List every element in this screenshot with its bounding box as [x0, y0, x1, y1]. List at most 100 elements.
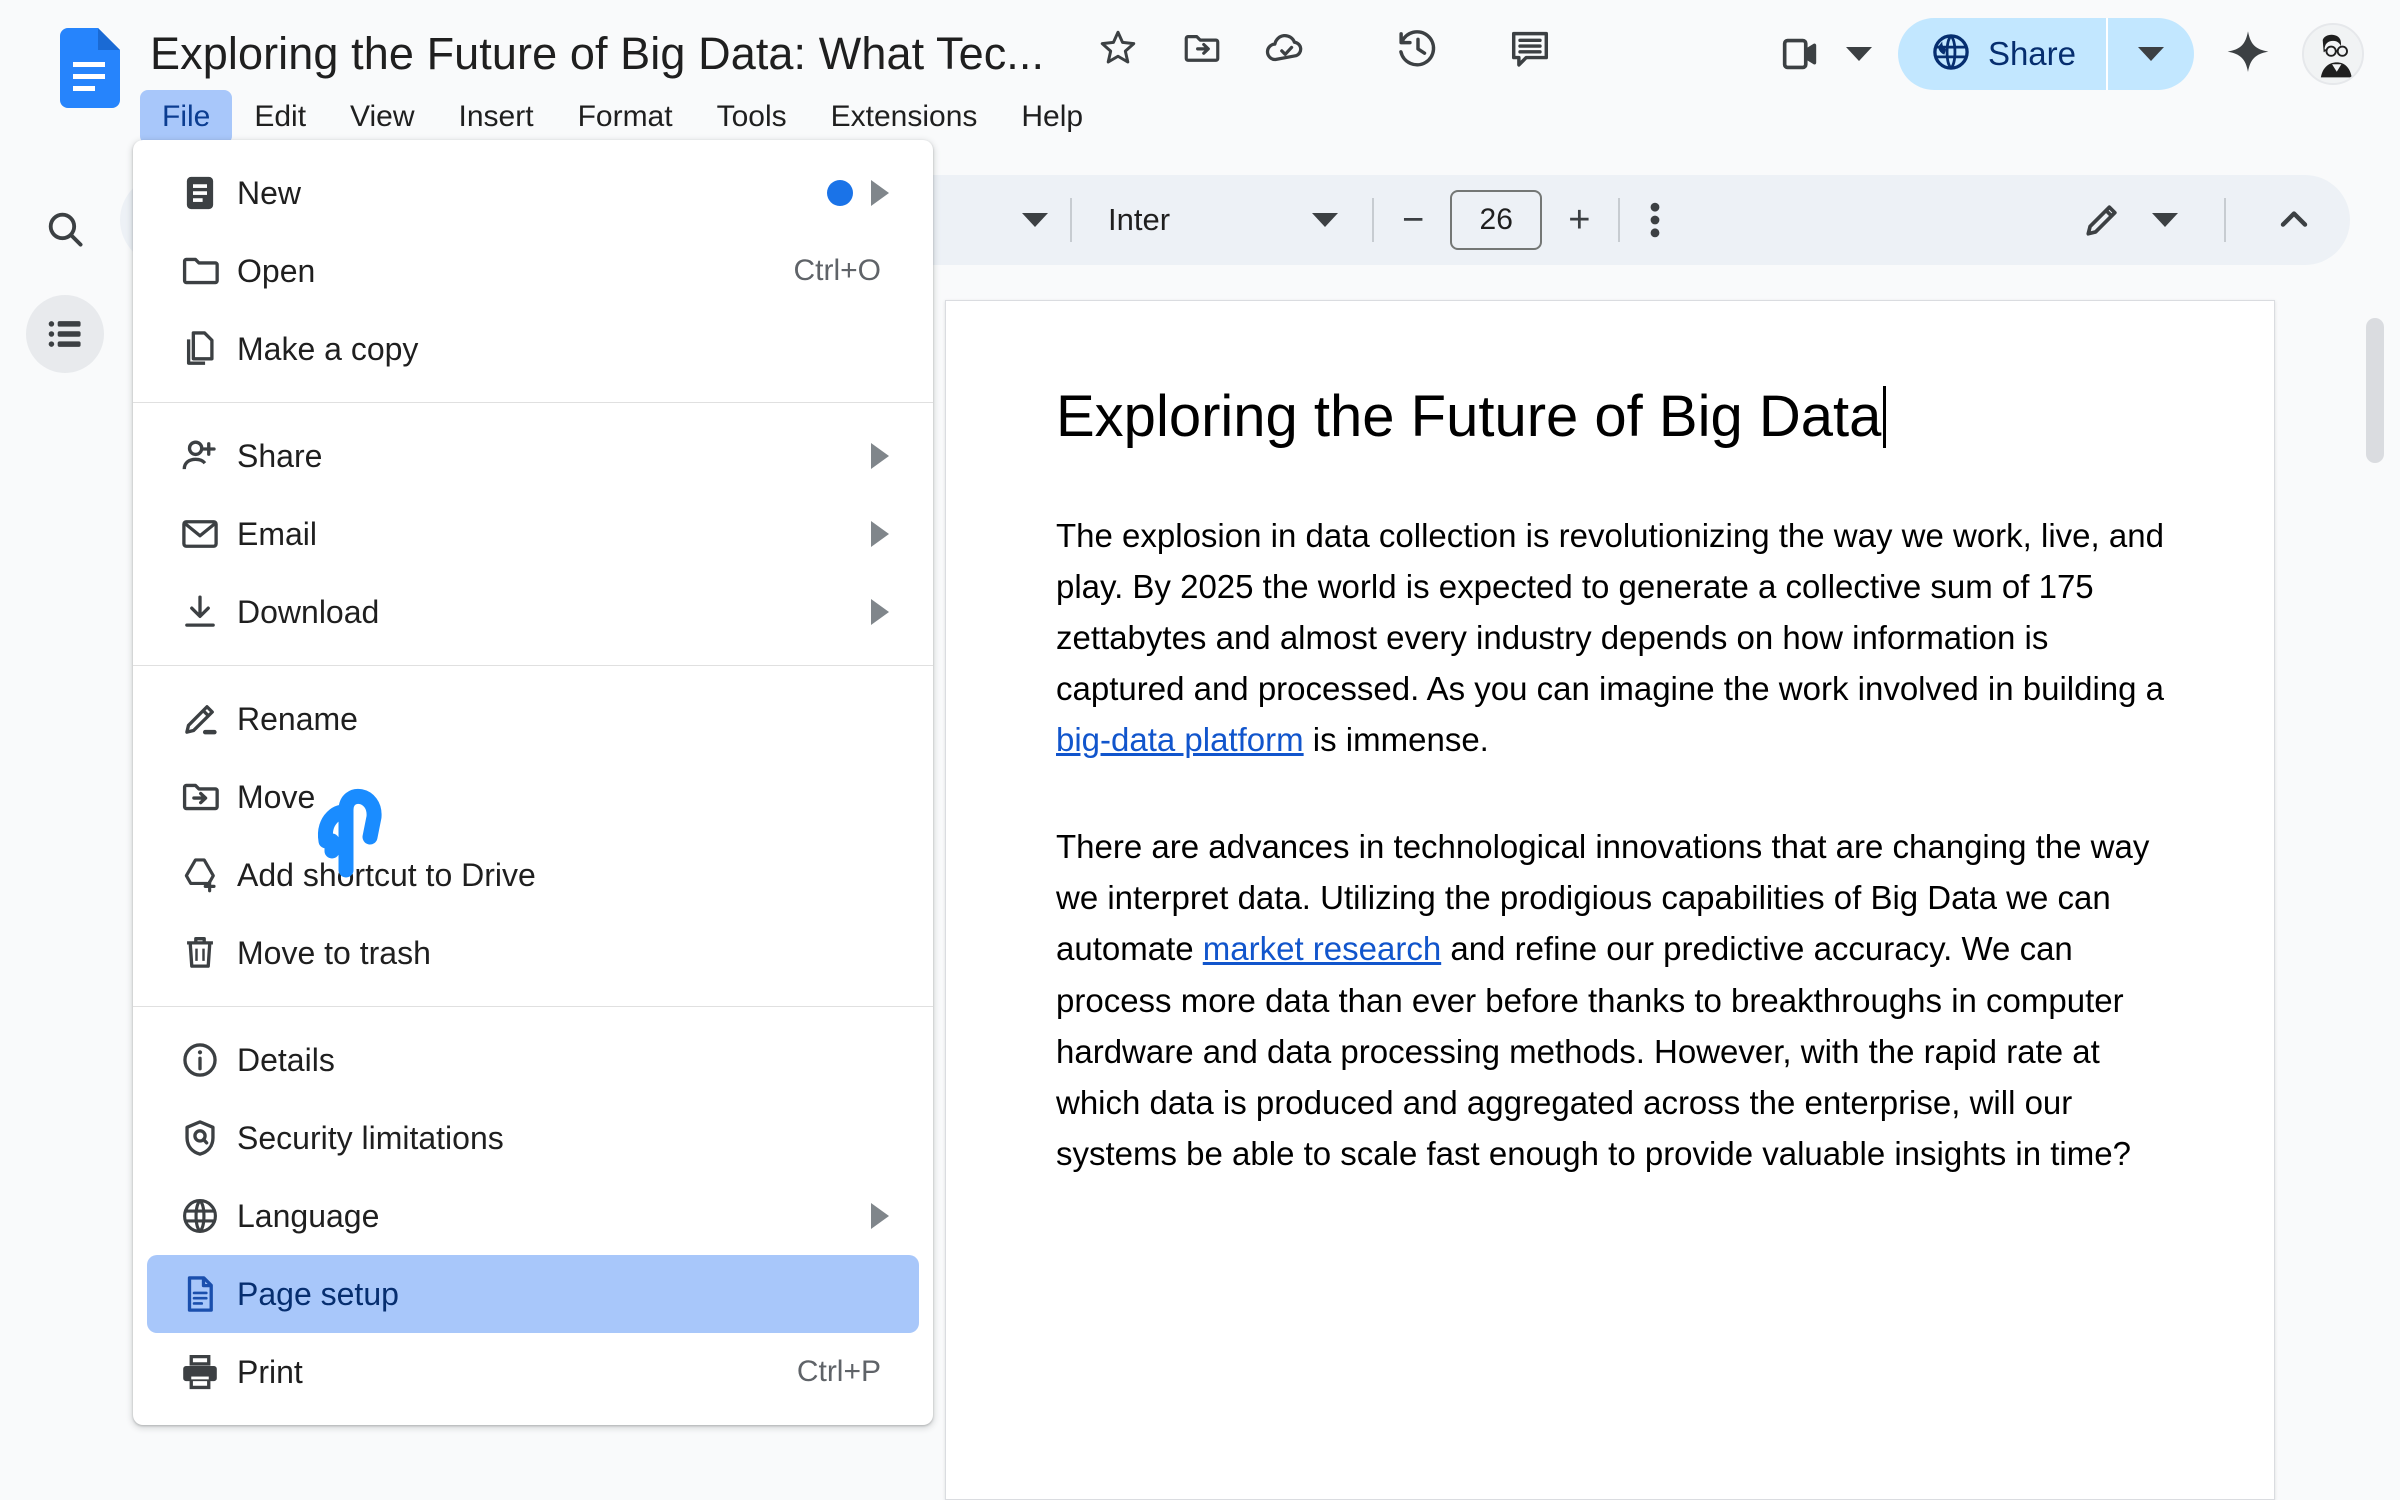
menu-item-email[interactable]: Email [147, 495, 919, 573]
menu-view[interactable]: View [328, 90, 436, 144]
menu-separator-2 [133, 665, 933, 666]
share-caret-icon[interactable] [2108, 18, 2194, 90]
document-title[interactable]: Exploring the Future of Big Data: What T… [150, 28, 1044, 80]
menu-item-print[interactable]: Print Ctrl+P [147, 1333, 919, 1411]
menu-tools[interactable]: Tools [695, 90, 809, 144]
menu-item-new[interactable]: New [147, 154, 919, 232]
share-button-main[interactable]: Share [1898, 18, 2106, 90]
market-research-link[interactable]: market research [1203, 930, 1441, 967]
version-history-icon[interactable] [1390, 20, 1446, 76]
page-setup-icon [179, 1273, 237, 1315]
menu-format[interactable]: Format [556, 90, 695, 144]
video-camera-icon[interactable] [1772, 26, 1828, 82]
comment-history-icon[interactable] [1502, 20, 1558, 76]
scrollbar-thumb[interactable] [2366, 318, 2384, 463]
menu-item-add-shortcut-to-drive[interactable]: Add shortcut to Drive [147, 836, 919, 914]
menu-item-language-label: Language [237, 1197, 380, 1234]
google-docs-window: Exploring the Future of Big Data: What T… [0, 0, 2400, 1500]
left-rail [0, 160, 120, 1500]
cloud-saved-icon[interactable] [1258, 20, 1314, 76]
shield-icon [179, 1117, 237, 1159]
document-page[interactable]: Exploring the Future of Big Data The exp… [945, 300, 2275, 1500]
menu-bar: File Edit View Insert Format Tools Exten… [140, 90, 1105, 144]
menu-item-details[interactable]: Details [147, 1021, 919, 1099]
globe-icon [1930, 31, 1972, 78]
menu-item-share[interactable]: Share [147, 417, 919, 495]
email-icon [179, 513, 237, 555]
paragraph-1-run-3: is immense. [1303, 721, 1489, 759]
menu-item-print-label: Print [237, 1353, 303, 1390]
menu-item-new-label: New [237, 174, 302, 211]
pencil-icon[interactable] [2080, 198, 2124, 242]
submenu-arrow-icon [871, 599, 889, 625]
move-to-folder-icon[interactable] [1174, 20, 1230, 76]
star-icon[interactable] [1090, 20, 1146, 76]
menu-item-share-label: Share [237, 437, 323, 474]
download-icon [179, 591, 237, 633]
header-icon-group [1090, 20, 1558, 76]
vertical-scrollbar[interactable] [2366, 300, 2384, 1460]
menu-item-move-to-trash[interactable]: Move to trash [147, 914, 919, 992]
document-heading-text: Exploring the Future of Big Data [1056, 384, 1882, 449]
menu-item-make-a-copy[interactable]: Make a copy [147, 310, 919, 388]
printer-icon [179, 1351, 237, 1393]
menu-item-email-label: Email [237, 515, 318, 552]
document-paragraph-1[interactable]: The explosion in data collection is revo… [1056, 510, 2164, 766]
menu-item-make-a-copy-label: Make a copy [237, 330, 419, 367]
menu-item-print-accel: Ctrl+P [796, 1355, 881, 1388]
menu-item-open-accel: Ctrl+O [793, 254, 881, 287]
font-family-caret-icon[interactable] [1312, 213, 1372, 227]
chevron-up-icon[interactable] [2272, 198, 2316, 242]
docs-logo-icon[interactable] [58, 28, 120, 108]
document-paragraph-2[interactable]: There are advances in technological inno… [1056, 821, 2164, 1179]
person-add-icon [179, 435, 237, 477]
menu-item-open-label: Open [237, 252, 316, 289]
search-icon[interactable] [26, 190, 104, 268]
menu-item-rename[interactable]: Rename [147, 680, 919, 758]
more-vertical-icon[interactable] [1620, 198, 1690, 242]
menu-file[interactable]: File [140, 90, 233, 144]
file-menu-dropdown: New Open Ctrl+O Make a copy Share Email … [133, 140, 933, 1425]
new-badge-dot [827, 180, 853, 206]
menu-item-language[interactable]: Language [147, 1177, 919, 1255]
trash-icon [179, 932, 237, 974]
font-family-value[interactable]: Inter [1108, 202, 1170, 238]
submenu-arrow-icon [871, 180, 889, 206]
rename-pencil-icon [179, 698, 237, 740]
document-heading[interactable]: Exploring the Future of Big Data [1056, 381, 2164, 454]
video-caret-icon[interactable] [1845, 47, 1872, 61]
menu-item-page-setup-label: Page setup [237, 1275, 399, 1312]
menu-separator-3 [133, 1006, 933, 1007]
menu-item-move[interactable]: Move [147, 758, 919, 836]
menu-item-details-label: Details [237, 1041, 335, 1078]
folder-open-icon [179, 250, 237, 292]
share-button[interactable]: Share [1897, 18, 2194, 90]
gemini-spark-icon[interactable] [2220, 26, 2276, 82]
menu-item-security-limitations[interactable]: Security limitations [147, 1099, 919, 1177]
menu-item-download[interactable]: Download [147, 573, 919, 651]
decrease-font-size-button[interactable]: − [1402, 201, 1424, 239]
editing-mode-caret-icon[interactable] [2152, 213, 2178, 227]
increase-font-size-button[interactable]: + [1568, 201, 1590, 239]
menu-extensions[interactable]: Extensions [809, 90, 1000, 144]
menu-separator-1 [133, 402, 933, 403]
big-data-platform-link[interactable]: big-data platform [1056, 721, 1304, 758]
info-icon [179, 1039, 237, 1081]
document-outline-icon[interactable] [26, 295, 104, 373]
menu-insert[interactable]: Insert [437, 90, 556, 144]
menu-help[interactable]: Help [999, 90, 1105, 144]
menu-item-open[interactable]: Open Ctrl+O [147, 232, 919, 310]
menu-item-page-setup[interactable]: Page setup [147, 1255, 919, 1333]
menu-item-add-shortcut-to-drive-label: Add shortcut to Drive [237, 856, 536, 893]
submenu-arrow-icon [871, 443, 889, 469]
move-folder-icon [179, 776, 237, 818]
menu-item-move-to-trash-label: Move to trash [237, 934, 431, 971]
menu-edit[interactable]: Edit [232, 90, 328, 144]
paragraph-style-caret-icon[interactable] [1000, 213, 1070, 227]
font-size-input[interactable]: 26 [1450, 190, 1543, 250]
text-cursor [1883, 386, 1887, 448]
globe-icon [179, 1195, 237, 1237]
menu-item-rename-label: Rename [237, 700, 358, 737]
submenu-arrow-icon [871, 521, 889, 547]
user-avatar[interactable] [2302, 23, 2364, 85]
